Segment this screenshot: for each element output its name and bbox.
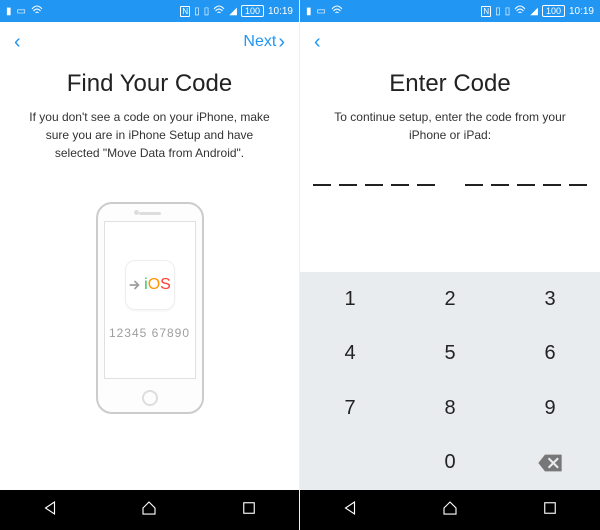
next-label: Next bbox=[243, 33, 276, 51]
content-area: Find Your Code If you don't see a code o… bbox=[0, 62, 299, 490]
battery-indicator: 100 bbox=[542, 5, 565, 17]
key-6[interactable]: 6 bbox=[500, 327, 600, 382]
android-recent-button[interactable] bbox=[240, 499, 258, 522]
page-subtitle: If you don't see a code on your iPhone, … bbox=[24, 108, 275, 162]
key-4[interactable]: 4 bbox=[300, 327, 400, 382]
code-digit bbox=[339, 184, 357, 186]
phone-icon: ▮ bbox=[6, 6, 12, 17]
code-digit bbox=[465, 184, 483, 186]
code-digit bbox=[491, 184, 509, 186]
code-digit bbox=[543, 184, 561, 186]
back-button[interactable]: ‹ bbox=[14, 32, 21, 52]
nfc-icon: N bbox=[481, 6, 491, 17]
key-backspace[interactable] bbox=[500, 436, 600, 491]
move-to-ios-icon: iOS bbox=[125, 260, 175, 310]
code-digit bbox=[365, 184, 383, 186]
next-button[interactable]: Next › bbox=[243, 32, 285, 52]
key-5[interactable]: 5 bbox=[400, 327, 500, 382]
vibrate-icon: ▯ bbox=[495, 6, 501, 17]
wifi-status-icon bbox=[514, 5, 526, 18]
page-subtitle: To continue setup, enter the code from y… bbox=[324, 108, 576, 144]
image-icon: ▭ bbox=[317, 6, 326, 17]
iphone-illustration: iOS 12345 67890 bbox=[96, 202, 204, 414]
sim-icon: ▯ bbox=[204, 6, 210, 17]
key-7[interactable]: 7 bbox=[300, 381, 400, 436]
android-home-button[interactable] bbox=[140, 499, 158, 522]
android-back-button[interactable] bbox=[41, 499, 59, 522]
chevron-left-icon: ‹ bbox=[14, 32, 21, 52]
chevron-left-icon: ‹ bbox=[314, 32, 321, 52]
image-icon: ▭ bbox=[17, 6, 26, 17]
key-9[interactable]: 9 bbox=[500, 381, 600, 436]
battery-indicator: 100 bbox=[241, 5, 264, 17]
screen-enter-code: ▮ ▭ N ▯ ▯ ◢ 100 10:19 ‹ bbox=[300, 0, 600, 530]
status-bar: ▮ ▭ N ▯ ▯ ◢ 100 10:19 bbox=[300, 0, 600, 22]
content-area: Enter Code To continue setup, enter the … bbox=[300, 62, 600, 490]
key-2[interactable]: 2 bbox=[400, 272, 500, 327]
top-nav: ‹ bbox=[300, 22, 600, 62]
page-title: Find Your Code bbox=[67, 70, 232, 98]
arrow-right-icon bbox=[128, 278, 142, 292]
code-digit bbox=[313, 184, 331, 186]
wifi-icon bbox=[31, 5, 43, 18]
key-1[interactable]: 1 bbox=[300, 272, 400, 327]
screen-find-your-code: ▮ ▭ N ▯ ▯ ◢ 100 10:19 ‹ bbox=[0, 0, 300, 530]
sim-icon: ▯ bbox=[505, 6, 511, 17]
code-digit bbox=[517, 184, 535, 186]
vibrate-icon: ▯ bbox=[194, 6, 200, 17]
signal-icon: ◢ bbox=[530, 6, 538, 17]
back-button[interactable]: ‹ bbox=[314, 32, 321, 52]
top-nav: ‹ Next › bbox=[0, 22, 299, 62]
sample-code-label: 12345 67890 bbox=[109, 326, 190, 340]
code-digit bbox=[391, 184, 409, 186]
page-title: Enter Code bbox=[389, 70, 510, 98]
clock: 10:19 bbox=[268, 6, 293, 17]
chevron-right-icon: › bbox=[278, 32, 285, 52]
code-digit bbox=[417, 184, 435, 186]
android-recent-button[interactable] bbox=[541, 499, 559, 522]
code-input[interactable] bbox=[313, 184, 587, 186]
android-nav-bar bbox=[300, 490, 600, 530]
nfc-icon: N bbox=[180, 6, 190, 17]
android-nav-bar bbox=[0, 490, 299, 530]
key-empty bbox=[300, 436, 400, 491]
wifi-icon bbox=[331, 5, 343, 18]
code-digit bbox=[569, 184, 587, 186]
wifi-status-icon bbox=[213, 5, 225, 18]
key-0[interactable]: 0 bbox=[400, 436, 500, 491]
key-3[interactable]: 3 bbox=[500, 272, 600, 327]
clock: 10:19 bbox=[569, 6, 594, 17]
backspace-icon bbox=[536, 453, 564, 473]
ios-label: iOS bbox=[144, 276, 171, 294]
signal-icon: ◢ bbox=[229, 6, 237, 17]
phone-icon: ▮ bbox=[306, 6, 312, 17]
home-button-illustration bbox=[142, 390, 158, 406]
android-home-button[interactable] bbox=[441, 499, 459, 522]
key-8[interactable]: 8 bbox=[400, 381, 500, 436]
status-bar: ▮ ▭ N ▯ ▯ ◢ 100 10:19 bbox=[0, 0, 299, 22]
numeric-keypad: 1 2 3 4 5 6 7 8 9 0 bbox=[300, 272, 600, 490]
android-back-button[interactable] bbox=[341, 499, 359, 522]
